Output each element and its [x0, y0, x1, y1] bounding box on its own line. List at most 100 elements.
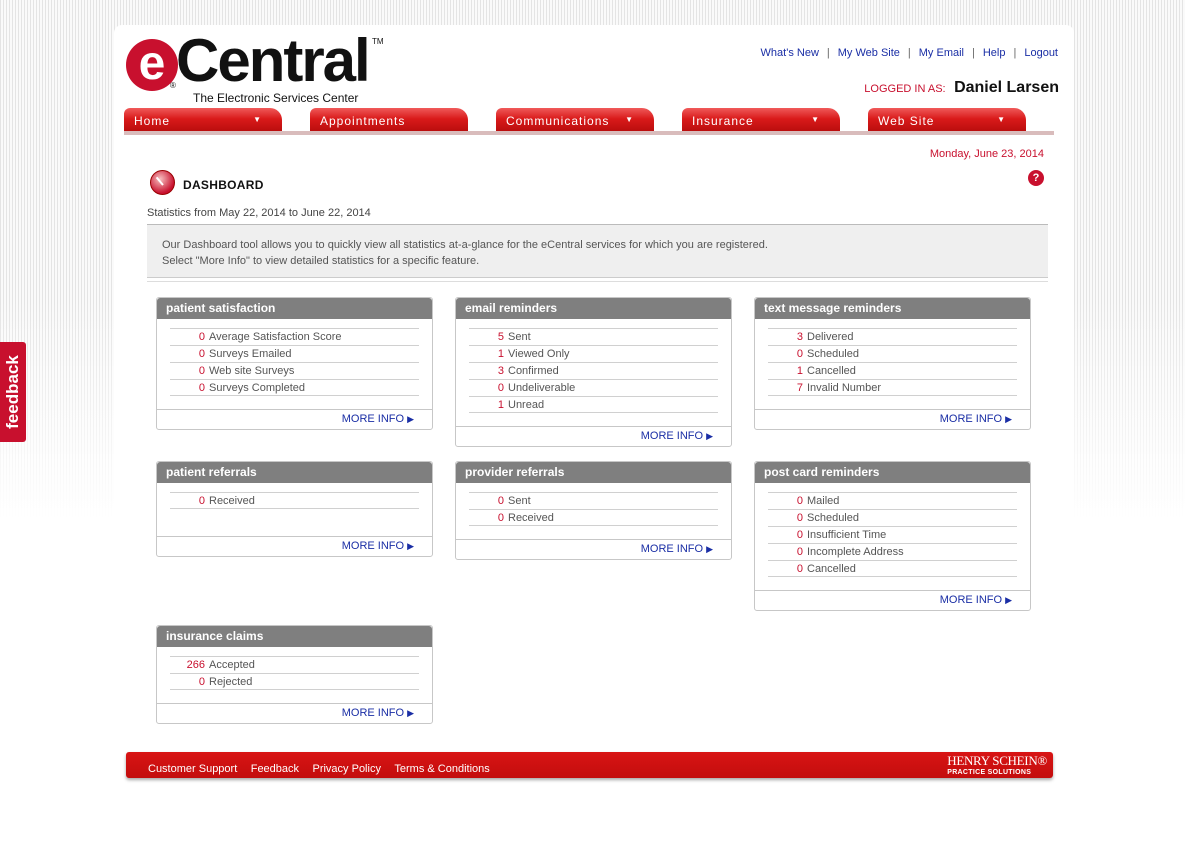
nav-tab-appointments[interactable]: Appointments: [310, 108, 468, 132]
stat-value: 0: [796, 563, 803, 575]
stat-value: 0: [796, 546, 803, 558]
stat-label: Surveys Completed: [209, 382, 305, 394]
stat-row: 0 Web site Surveys: [170, 362, 419, 379]
whats-new-link[interactable]: What's New: [761, 47, 819, 59]
stat-label: Sent: [508, 331, 531, 343]
logged-in-label: LOGGED IN AS:: [864, 83, 946, 95]
stat-row: 5 Sent: [469, 328, 718, 345]
card-patient-satisfaction: patient satisfaction 0 Average Satisfacti…: [156, 297, 433, 430]
triangle-right-icon: ▶: [407, 414, 414, 424]
card-insurance-claims: insurance claims 266 Accepted 0 Rejected M…: [156, 625, 433, 724]
ecentral-logo[interactable]: e Central TM ® The Electronic Services C…: [126, 29, 384, 107]
more-info-link[interactable]: MORE INFO: [641, 543, 703, 555]
stat-value: 0: [796, 529, 803, 541]
stat-row: 0 Average Satisfaction Score: [170, 328, 419, 345]
card-footer: MORE INFO ▶: [157, 409, 432, 429]
my-web-site-link[interactable]: My Web Site: [838, 47, 900, 59]
my-email-link[interactable]: My Email: [919, 47, 964, 59]
feedback-link[interactable]: Feedback: [251, 763, 299, 775]
stat-row: 0 Surveys Emailed: [170, 345, 419, 362]
trademark-mark: TM: [372, 37, 384, 46]
stat-label: Scheduled: [807, 348, 859, 360]
card-footer: MORE INFO ▶: [157, 703, 432, 723]
stat-value: 1: [497, 348, 504, 360]
nav-tab-label: Communications: [506, 114, 610, 128]
stat-row: 0 Mailed: [768, 492, 1017, 509]
nav-tab-label: Web Site: [878, 114, 935, 128]
stat-label: Received: [508, 512, 554, 524]
stat-row: 0 Rejected: [170, 673, 419, 690]
stat-row: 1 Unread: [469, 396, 718, 413]
more-info-link[interactable]: MORE INFO: [342, 540, 404, 552]
stat-value: 0: [198, 382, 205, 394]
dashboard-info-box: Our Dashboard tool allows you to quickly…: [147, 224, 1048, 278]
nav-tab-home[interactable]: Home ▼: [124, 108, 282, 132]
help-icon[interactable]: ?: [1028, 170, 1044, 186]
stat-value: 5: [497, 331, 504, 343]
triangle-right-icon: ▶: [1005, 595, 1012, 605]
nav-tab-insurance[interactable]: Insurance ▼: [682, 108, 840, 132]
stat-label: Invalid Number: [807, 382, 881, 394]
nav-tab-label: Home: [134, 114, 171, 128]
more-info-link[interactable]: MORE INFO: [940, 594, 1002, 606]
stat-value: 0: [198, 495, 205, 507]
terms-conditions-link[interactable]: Terms & Conditions: [394, 763, 489, 775]
stat-value: 7: [796, 382, 803, 394]
stat-value: 0: [796, 348, 803, 360]
stat-row: 0 Surveys Completed: [170, 379, 419, 396]
triangle-right-icon: ▶: [706, 544, 713, 554]
stat-value: 0: [198, 348, 205, 360]
logged-in-info: LOGGED IN AS: Daniel Larsen: [864, 79, 1059, 97]
stat-row: 0 Insufficient Time: [768, 526, 1017, 543]
feedback-tab[interactable]: feedback: [0, 342, 26, 442]
more-info-link[interactable]: MORE INFO: [342, 413, 404, 425]
current-date: Monday, June 23, 2014: [929, 148, 1044, 160]
help-link[interactable]: Help: [983, 47, 1006, 59]
stat-value: 0: [497, 512, 504, 524]
triangle-right-icon: ▶: [706, 431, 713, 441]
privacy-policy-link[interactable]: Privacy Policy: [312, 763, 380, 775]
stat-row: 3 Confirmed: [469, 362, 718, 379]
stat-label: Mailed: [807, 495, 840, 507]
stat-value: 3: [497, 365, 504, 377]
stat-label: Undeliverable: [508, 382, 576, 394]
nav-tab-communications[interactable]: Communications ▼: [496, 108, 654, 132]
dashboard-gauge-icon: [150, 170, 175, 195]
more-info-link[interactable]: MORE INFO: [940, 413, 1002, 425]
card-title: provider referrals: [456, 462, 731, 483]
stat-row: 0 Scheduled: [768, 509, 1017, 526]
henry-schein-logo[interactable]: HENRY SCHEIN® PRACTICE SOLUTIONS: [947, 753, 1047, 776]
chevron-down-icon: ▼: [625, 115, 634, 124]
card-stats: 0 Sent 0 Received: [456, 483, 731, 526]
card-footer: MORE INFO ▶: [157, 536, 432, 556]
stat-row: 1 Viewed Only: [469, 345, 718, 362]
more-info-link[interactable]: MORE INFO: [342, 707, 404, 719]
stat-label: Viewed Only: [508, 348, 570, 360]
card-footer: MORE INFO ▶: [456, 426, 731, 446]
stat-value: 1: [497, 399, 504, 411]
stat-value: 0: [198, 676, 205, 688]
card-footer: MORE INFO ▶: [456, 539, 731, 559]
nav-tab-web-site[interactable]: Web Site ▼: [868, 108, 1026, 132]
stat-value: 3: [796, 331, 803, 343]
stat-row: 0 Received: [170, 492, 419, 509]
card-stats: 3 Delivered 0 Scheduled 1 Cancelled 7 Invali…: [755, 319, 1030, 396]
stat-label: Confirmed: [508, 365, 559, 377]
stat-label: Web site Surveys: [209, 365, 295, 377]
more-info-link[interactable]: MORE INFO: [641, 430, 703, 442]
logout-link[interactable]: Logout: [1024, 47, 1058, 59]
card-stats: 0 Received: [157, 483, 432, 509]
stat-label: Cancelled: [807, 365, 856, 377]
card-title: post card reminders: [755, 462, 1030, 483]
stat-label: Surveys Emailed: [209, 348, 292, 360]
logo-tagline: The Electronic Services Center: [193, 91, 359, 105]
stat-row: 0 Undeliverable: [469, 379, 718, 396]
stat-row: 266 Accepted: [170, 656, 419, 673]
card-title: text message reminders: [755, 298, 1030, 319]
stat-value: 0: [198, 331, 205, 343]
info-line-1: Our Dashboard tool allows you to quickly…: [162, 239, 768, 251]
customer-support-link[interactable]: Customer Support: [148, 763, 237, 775]
card-footer: MORE INFO ▶: [755, 409, 1030, 429]
triangle-right-icon: ▶: [1005, 414, 1012, 424]
stat-value: 0: [497, 495, 504, 507]
